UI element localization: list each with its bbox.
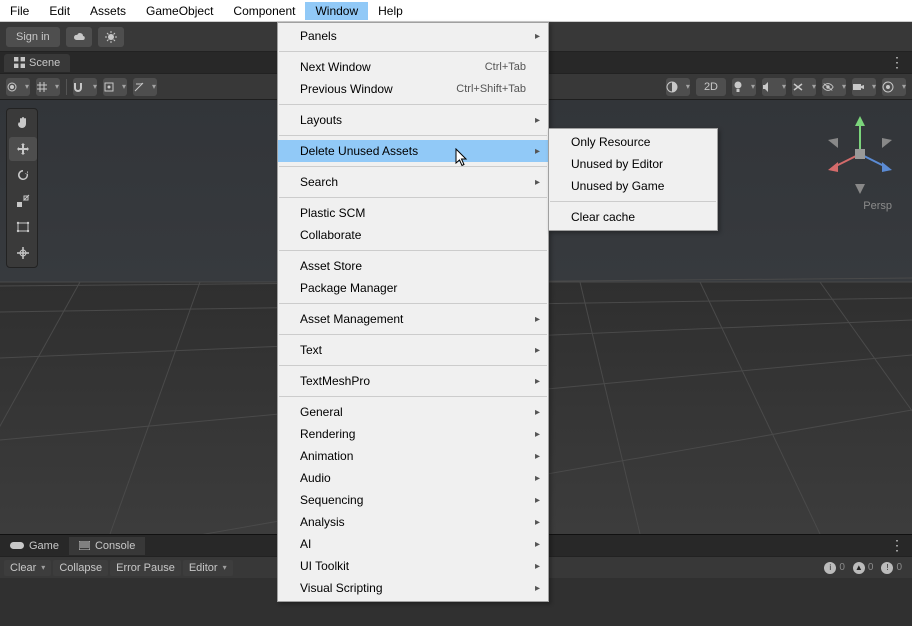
menuitem-ai[interactable]: AI xyxy=(278,533,548,555)
gamepad-icon xyxy=(10,541,24,550)
speaker-icon xyxy=(762,82,774,92)
draw-mode-dropdown[interactable] xyxy=(666,78,690,96)
magnet-icon xyxy=(73,82,85,92)
visibility-toggle[interactable] xyxy=(822,78,846,96)
hand-tool[interactable] xyxy=(9,111,37,135)
menuitem-audio[interactable]: Audio xyxy=(278,467,548,489)
rect-tool[interactable] xyxy=(9,215,37,239)
fx-icon xyxy=(792,82,804,92)
orientation-gizmo[interactable] xyxy=(820,112,900,202)
console-collapse-button[interactable]: Collapse xyxy=(53,560,108,576)
menu-gameobject[interactable]: GameObject xyxy=(136,2,223,20)
submenu-unused-by-game[interactable]: Unused by Game xyxy=(549,175,717,197)
menubar: FileEditAssetsGameObjectComponentWindowH… xyxy=(0,0,912,22)
grid-snap-dropdown[interactable] xyxy=(36,78,60,96)
scene-tab-label: Scene xyxy=(29,57,60,69)
menuitem-rendering[interactable]: Rendering xyxy=(278,423,548,445)
menuitem-next-window[interactable]: Next WindowCtrl+Tab xyxy=(278,56,548,78)
pivot-icon xyxy=(7,82,17,92)
cloud-icon[interactable] xyxy=(66,27,92,47)
scene-tab-kebab-icon[interactable]: ⋮ xyxy=(882,54,912,71)
menuitem-visual-scripting[interactable]: Visual Scripting xyxy=(278,577,548,599)
ruler-icon xyxy=(134,82,144,92)
menu-assets[interactable]: Assets xyxy=(80,2,136,20)
menuitem-analysis[interactable]: Analysis xyxy=(278,511,548,533)
camera-icon xyxy=(852,82,864,92)
bug-icon[interactable] xyxy=(98,27,124,47)
console-clear-button[interactable]: Clear xyxy=(4,560,51,576)
console-editor-dropdown[interactable]: Editor xyxy=(183,560,233,576)
bottom-tab-kebab-icon[interactable]: ⋮ xyxy=(882,537,912,554)
grid-vis-dropdown[interactable] xyxy=(133,78,157,96)
perspective-label: Persp xyxy=(863,200,892,212)
menuitem-search[interactable]: Search xyxy=(278,171,548,193)
menuitem-layouts[interactable]: Layouts xyxy=(278,109,548,131)
audio-toggle[interactable] xyxy=(762,78,786,96)
move-tool[interactable] xyxy=(9,137,37,161)
snap-increment-dropdown[interactable] xyxy=(73,78,97,96)
snap-icon xyxy=(104,82,114,92)
menuitem-general[interactable]: General xyxy=(278,401,548,423)
console-tab[interactable]: Console xyxy=(69,537,145,555)
menu-file[interactable]: File xyxy=(0,2,39,20)
menuitem-textmeshpro[interactable]: TextMeshPro xyxy=(278,370,548,392)
game-tab[interactable]: Game xyxy=(0,537,69,555)
rotate-tool[interactable] xyxy=(9,163,37,187)
menuitem-asset-store[interactable]: Asset Store xyxy=(278,255,548,277)
fx-toggle[interactable] xyxy=(792,78,816,96)
menuitem-previous-window[interactable]: Previous WindowCtrl+Shift+Tab xyxy=(278,78,548,100)
menuitem-ui-toolkit[interactable]: UI Toolkit xyxy=(278,555,548,577)
menuitem-panels[interactable]: Panels xyxy=(278,25,548,47)
error-icon: ! xyxy=(881,562,893,574)
mode-2d-toggle[interactable]: 2D xyxy=(696,78,726,96)
console-info-count[interactable]: i 0 xyxy=(824,562,845,574)
console-tab-label: Console xyxy=(95,540,135,552)
scene-tool-strip xyxy=(6,108,38,268)
console-icon xyxy=(79,541,90,550)
grid-icon xyxy=(14,57,25,68)
eye-off-icon xyxy=(822,82,834,92)
menu-component[interactable]: Component xyxy=(223,2,305,20)
lightbulb-icon xyxy=(733,81,743,93)
menu-edit[interactable]: Edit xyxy=(39,2,80,20)
menuitem-package-manager[interactable]: Package Manager xyxy=(278,277,548,299)
grid-icon xyxy=(37,82,47,92)
menuitem-sequencing[interactable]: Sequencing xyxy=(278,489,548,511)
tool-handle-dropdown[interactable] xyxy=(6,78,30,96)
lighting-toggle[interactable] xyxy=(732,78,756,96)
console-error-pause-button[interactable]: Error Pause xyxy=(110,560,181,576)
camera-dropdown[interactable] xyxy=(852,78,876,96)
menu-window[interactable]: Window xyxy=(305,2,368,20)
console-error-count[interactable]: ! 0 xyxy=(881,562,902,574)
window-menu-dropdown: Panels Next WindowCtrl+TabPrevious Window… xyxy=(277,22,549,602)
menuitem-delete-unused-assets[interactable]: Delete Unused Assets xyxy=(278,140,548,162)
shaded-icon xyxy=(666,81,678,93)
scale-tool[interactable] xyxy=(9,189,37,213)
scene-tab[interactable]: Scene xyxy=(4,54,70,72)
game-tab-label: Game xyxy=(29,540,59,552)
menuitem-asset-management[interactable]: Asset Management xyxy=(278,308,548,330)
menuitem-text[interactable]: Text xyxy=(278,339,548,361)
transform-tool[interactable] xyxy=(9,241,37,265)
console-warn-count[interactable]: ▲ 0 xyxy=(853,562,874,574)
gizmo-icon xyxy=(882,81,894,93)
info-icon: i xyxy=(824,562,836,574)
menu-help[interactable]: Help xyxy=(368,2,413,20)
submenu-clear-cache[interactable]: Clear cache xyxy=(549,206,717,228)
gizmos-dropdown[interactable] xyxy=(882,78,906,96)
submenu-only-resource[interactable]: Only Resource xyxy=(549,131,717,153)
warn-icon: ▲ xyxy=(853,562,865,574)
menuitem-collaborate[interactable]: Collaborate xyxy=(278,224,548,246)
snap-dropdown[interactable] xyxy=(103,78,127,96)
submenu-unused-by-editor[interactable]: Unused by Editor xyxy=(549,153,717,175)
menuitem-plastic-scm[interactable]: Plastic SCM xyxy=(278,202,548,224)
menuitem-animation[interactable]: Animation xyxy=(278,445,548,467)
delete-unused-assets-submenu: Only ResourceUnused by EditorUnused by G… xyxy=(548,128,718,231)
sign-in-button[interactable]: Sign in xyxy=(6,27,60,47)
